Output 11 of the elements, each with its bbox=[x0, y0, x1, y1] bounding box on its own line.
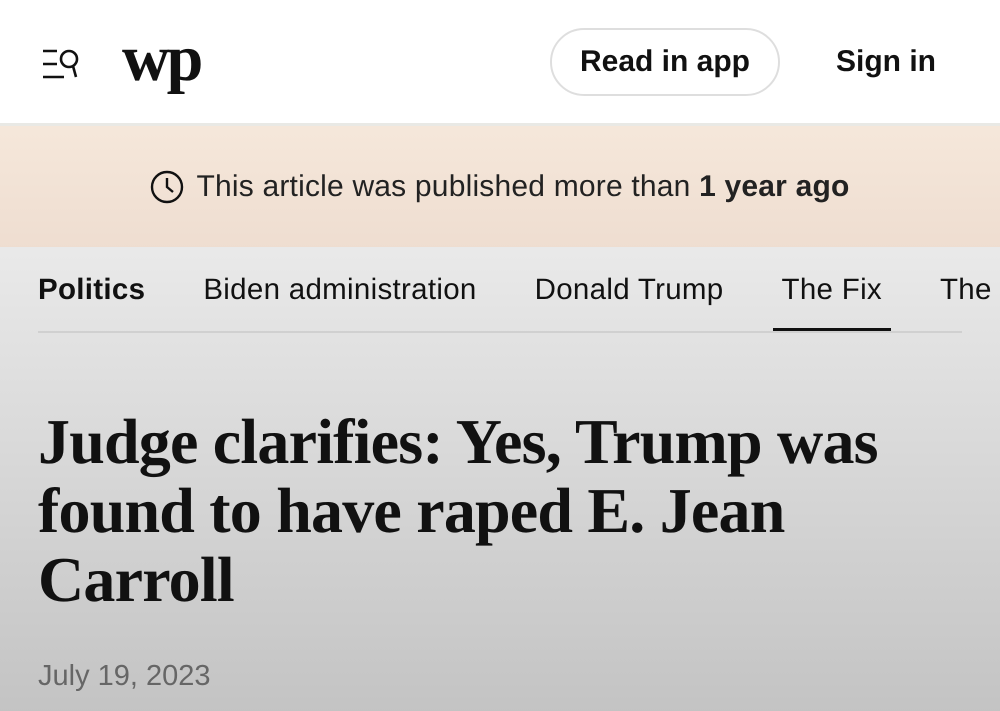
clock-icon bbox=[150, 170, 184, 204]
logo[interactable]: wp bbox=[122, 26, 200, 92]
nav-tab[interactable]: Biden administration bbox=[203, 273, 477, 331]
menu-search-icon[interactable] bbox=[42, 48, 80, 78]
publish-date: July 19, 2023 bbox=[38, 660, 212, 693]
section-link[interactable]: Politics bbox=[38, 273, 146, 331]
headline: Judge clarifies: Yes, Trump was found to have raped E. Jean Carroll bbox=[38, 407, 879, 614]
read-in-app-button[interactable]: Read in app bbox=[550, 28, 780, 96]
nav-tab[interactable]: Donald Trump bbox=[534, 273, 724, 331]
notice-text: This article was published more than 1 year ago bbox=[196, 170, 850, 204]
nav-tab[interactable]: The bbox=[940, 273, 992, 331]
